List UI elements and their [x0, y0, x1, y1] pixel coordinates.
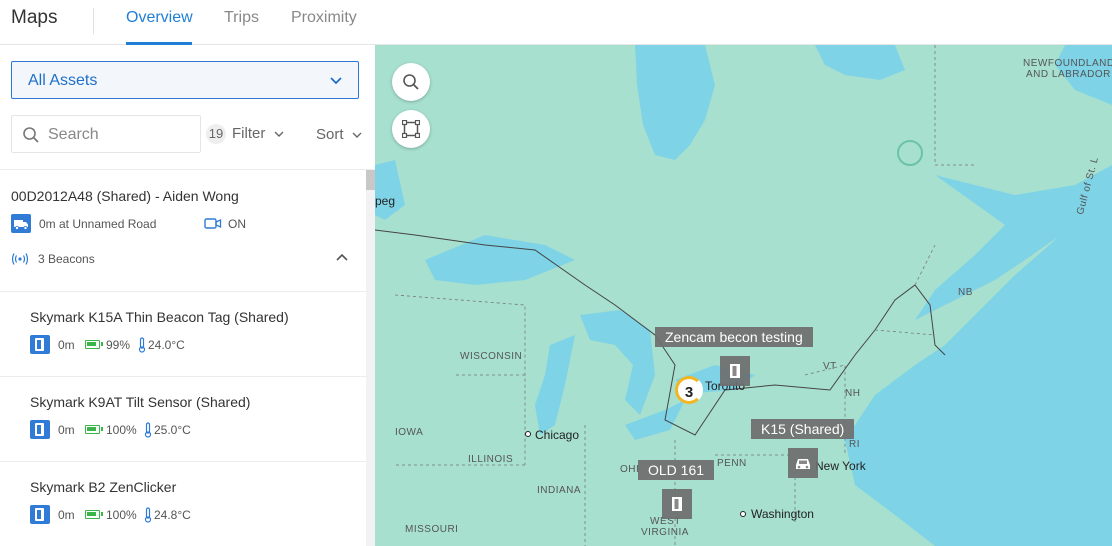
search-icon — [23, 127, 39, 143]
camera-status: ON — [228, 217, 246, 231]
asset-select-dropdown[interactable]: All Assets — [11, 61, 359, 99]
beacon-name: Skymark K15A Thin Beacon Tag (Shared) — [30, 309, 289, 325]
tab-overview[interactable]: Overview — [126, 9, 193, 27]
region-label: OHI — [620, 464, 640, 475]
thermometer-icon — [138, 337, 146, 353]
region-label: NH — [845, 388, 861, 399]
region-label: VT — [823, 361, 837, 372]
beacon-meta-row: 0m 99% 24.0°C — [30, 335, 350, 355]
beacon-tag-icon — [730, 364, 740, 378]
region-label: INDIANA — [537, 485, 582, 496]
asset-select-value: All Assets — [28, 72, 98, 89]
battery-icon — [85, 510, 103, 519]
search-icon — [403, 74, 419, 90]
beacon-tag-icon — [30, 505, 50, 524]
map-background — [375, 45, 1112, 546]
city-label: Chicago — [535, 428, 580, 442]
beacon-list-item[interactable]: Skymark K9AT Tilt Sensor (Shared) 0m 100… — [0, 376, 367, 461]
tab-proximity[interactable]: Proximity — [291, 9, 357, 27]
top-bar: Maps Overview Trips Proximity — [0, 0, 1112, 45]
sidebar: All Assets 19 Filter Sort 00D2012A48 (Sh… — [0, 45, 375, 546]
beacon-battery: 99% — [106, 338, 131, 352]
beacon-meta-row: 0m 100% 24.8°C — [30, 505, 350, 525]
beacon-marker[interactable] — [720, 356, 750, 386]
truck-icon — [11, 214, 31, 233]
region-label: MISSOURI — [405, 524, 459, 535]
city-label: peg — [375, 194, 396, 208]
beacon-distance: 0m — [58, 423, 75, 437]
beacon-marker[interactable] — [662, 489, 692, 519]
filter-label: Filter — [232, 125, 266, 142]
beacon-tag-icon — [30, 335, 50, 354]
region-label: AND LABRADOR — [1026, 69, 1111, 80]
sort-button[interactable]: Sort — [316, 126, 362, 143]
beacon-temperature: 24.0°C — [148, 338, 185, 352]
region-label: WISCONSIN — [460, 351, 523, 362]
search-field[interactable] — [11, 115, 201, 153]
asset-location: 0m at Unnamed Road — [39, 217, 157, 231]
map-draw-area-button[interactable] — [392, 110, 430, 148]
app-title: Maps — [11, 7, 58, 28]
map-marker-label-k15[interactable]: K15 (Shared) — [751, 419, 855, 439]
result-count-badge: 19 — [206, 124, 226, 144]
beacon-battery: 100% — [106, 423, 137, 437]
chevron-down-icon — [274, 131, 284, 138]
vehicle-marker[interactable] — [788, 448, 818, 478]
map-marker-label-zencam[interactable]: Zencam becon testing — [655, 327, 813, 347]
asset-name: 00D2012A48 (Shared) - Aiden Wong — [11, 188, 239, 204]
region-label: VIRGINIA — [641, 527, 689, 538]
asset-list: 00D2012A48 (Shared) - Aiden Wong 0m at U… — [0, 169, 375, 546]
chevron-down-icon — [352, 132, 362, 139]
beacon-name: Skymark K9AT Tilt Sensor (Shared) — [30, 394, 251, 410]
beacon-tag-icon — [30, 420, 50, 439]
beacon-temperature: 25.0°C — [154, 423, 191, 437]
beacon-tag-icon — [672, 497, 682, 511]
sort-label: Sort — [316, 126, 344, 143]
beacon-meta-row: 0m 100% 25.0°C — [30, 420, 350, 440]
thermometer-icon — [144, 422, 152, 438]
beacons-count-label: 3 Beacons — [38, 252, 95, 266]
chevron-up-icon[interactable] — [334, 250, 350, 266]
city-label: Washington — [751, 507, 814, 521]
region-label: ILLINOIS — [468, 454, 514, 465]
draw-area-icon — [402, 120, 420, 138]
region-label: IOWA — [395, 427, 424, 438]
region-label: RI — [849, 439, 860, 450]
beacon-battery: 100% — [106, 508, 137, 522]
region-label: NB — [958, 287, 973, 298]
beacon-distance: 0m — [58, 338, 75, 352]
city-dot — [525, 431, 531, 437]
beacon-temperature: 24.8°C — [154, 508, 191, 522]
city-dot — [740, 511, 746, 517]
marker-cluster[interactable]: 3 — [675, 376, 703, 404]
beacon-list-item[interactable]: Skymark K15A Thin Beacon Tag (Shared) 0m… — [0, 291, 367, 376]
city-label: New York — [815, 459, 866, 473]
thermometer-icon — [144, 507, 152, 523]
header-divider — [93, 8, 94, 34]
beacon-distance: 0m — [58, 508, 75, 522]
filter-button[interactable]: Filter — [232, 125, 284, 142]
beacon-signal-icon — [11, 253, 29, 265]
region-label: NEWFOUNDLAND — [1023, 58, 1112, 69]
beacon-name: Skymark B2 ZenClicker — [30, 479, 177, 495]
map-marker-label-old[interactable]: OLD 161 — [638, 460, 715, 480]
battery-icon — [85, 340, 103, 349]
search-input[interactable] — [48, 125, 194, 145]
camera-icon — [204, 218, 222, 229]
beacons-toggle[interactable]: 3 Beacons — [11, 252, 95, 269]
battery-icon — [85, 425, 103, 434]
map-view[interactable]: NEWFOUNDLAND AND LABRADOR NB WISCONSIN I… — [375, 45, 1112, 546]
car-icon — [796, 459, 810, 469]
tab-trips[interactable]: Trips — [224, 9, 259, 27]
map-search-button[interactable] — [392, 63, 430, 101]
region-label: PENN — [717, 458, 747, 469]
chevron-down-icon — [330, 77, 342, 85]
scrollbar-thumb[interactable] — [366, 170, 375, 190]
scrollbar[interactable] — [366, 170, 375, 546]
beacon-list-item[interactable]: Skymark B2 ZenClicker 0m 100% 24.8°C — [0, 461, 367, 546]
